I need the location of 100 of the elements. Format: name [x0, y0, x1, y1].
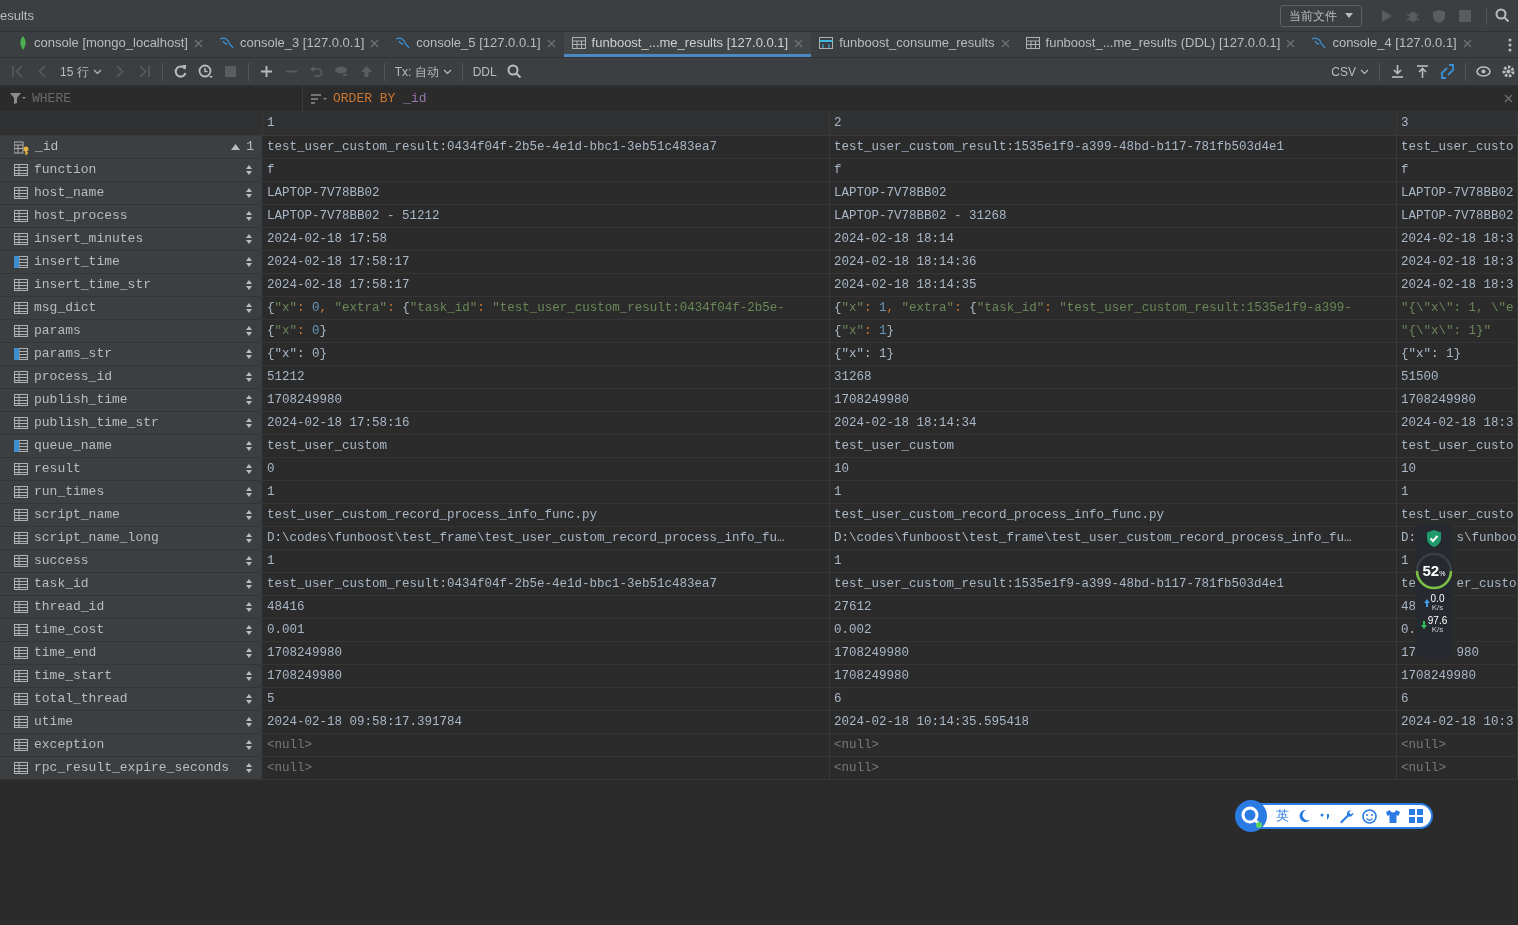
sort-icon[interactable] — [246, 303, 252, 313]
ddl-button[interactable]: DDL — [472, 62, 497, 81]
smiley-icon[interactable] — [1362, 808, 1377, 824]
row-header[interactable]: utime — [0, 711, 263, 733]
row-header[interactable]: rpc_result_expire_seconds — [0, 757, 263, 779]
editor-tab[interactable]: funboost_...me_results (DDL) [127.0.0.1] — [1017, 32, 1304, 57]
sort-icon[interactable] — [246, 165, 252, 175]
ime-mode-toggle[interactable]: 英 — [1276, 806, 1289, 826]
row-header[interactable]: result — [0, 458, 263, 480]
clock-icon[interactable] — [197, 64, 213, 79]
row-header[interactable]: params — [0, 320, 263, 342]
order-by-field[interactable]: ORDER BY _id — [303, 86, 1504, 111]
table-cell-text: f — [267, 161, 275, 179]
row-header[interactable]: publish_time_str — [0, 412, 263, 434]
row-header[interactable]: params_str — [0, 343, 263, 365]
settings-icon[interactable] — [1501, 64, 1516, 79]
sort-icon[interactable] — [246, 441, 252, 451]
transaction-mode-dropdown[interactable]: Tx: 自动 — [394, 62, 452, 81]
row-header-label: function — [34, 161, 98, 180]
close-icon[interactable] — [1504, 94, 1513, 103]
sort-order: 1 — [246, 138, 254, 157]
row-header[interactable]: script_name_long — [0, 527, 263, 549]
sort-icon[interactable] — [246, 694, 252, 704]
column-header[interactable]: 2 — [834, 114, 842, 133]
sort-icon[interactable] — [246, 418, 252, 428]
editor-tab[interactable]: funboost_...me_results [127.0.0.1] — [563, 32, 812, 57]
row-header[interactable]: run_times — [0, 481, 263, 503]
sort-icon[interactable] — [246, 349, 252, 359]
refresh-icon[interactable] — [172, 64, 188, 79]
row-header[interactable]: insert_time_str — [0, 274, 263, 296]
export-format-dropdown[interactable]: CSV — [1331, 62, 1369, 81]
row-header-label: process_id — [34, 368, 113, 387]
row-header[interactable]: insert_time — [0, 251, 263, 273]
shirt-icon[interactable] — [1385, 808, 1401, 824]
editor-tab[interactable]: console_5 [127.0.0.1] — [387, 32, 564, 57]
gauge-ring-icon — [1415, 552, 1453, 590]
row-header-label: host_name — [34, 184, 106, 203]
column-header[interactable]: 3 — [1401, 114, 1409, 133]
table-cell-text: 0. — [1401, 621, 1416, 639]
column-header[interactable]: 1 — [267, 114, 275, 133]
row-header[interactable]: thread_id — [0, 596, 263, 618]
page-size-dropdown[interactable]: 15 行 — [60, 62, 102, 81]
sort-icon[interactable] — [246, 533, 252, 543]
sort-icon[interactable] — [246, 326, 252, 336]
download-icon[interactable] — [1390, 64, 1405, 79]
search-icon[interactable] — [506, 64, 522, 79]
row-header[interactable]: function — [0, 159, 263, 181]
row-header[interactable]: host_name — [0, 182, 263, 204]
ime-toolbar[interactable]: 英 — [1260, 803, 1433, 829]
sort-icon[interactable] — [246, 464, 252, 474]
upload-icon[interactable] — [1415, 64, 1430, 79]
sort-icon[interactable] — [246, 740, 252, 750]
add-icon[interactable] — [258, 64, 274, 79]
sort-icon[interactable] — [246, 280, 252, 290]
row-header[interactable]: success — [0, 550, 263, 572]
sort-icon[interactable] — [246, 648, 252, 658]
row-header[interactable]: _id 1 — [0, 136, 263, 158]
row-header[interactable]: host_process — [0, 205, 263, 227]
sort-icon[interactable] — [246, 211, 252, 221]
sort-icon[interactable] — [246, 257, 252, 267]
apps-grid-icon[interactable] — [1409, 809, 1423, 823]
sort-icon[interactable] — [246, 487, 252, 497]
row-header[interactable]: time_start — [0, 665, 263, 687]
editor-tab[interactable]: funboost_consume_results — [811, 32, 1018, 57]
sort-icon[interactable] — [246, 717, 252, 727]
row-header[interactable]: queue_name — [0, 435, 263, 457]
sort-icon[interactable] — [246, 372, 252, 382]
run-config-dropdown[interactable]: 当前文件 — [1280, 4, 1362, 27]
sort-icon[interactable] — [246, 510, 252, 520]
row-header[interactable]: publish_time — [0, 389, 263, 411]
sort-icon[interactable] — [246, 625, 252, 635]
sort-icon[interactable] — [246, 556, 252, 566]
row-header[interactable]: total_thread — [0, 688, 263, 710]
eye-icon[interactable] — [1476, 64, 1491, 79]
moon-icon[interactable] — [1297, 809, 1311, 823]
sort-icon[interactable] — [246, 188, 252, 198]
row-header[interactable]: msg_dict — [0, 297, 263, 319]
row-header[interactable]: exception — [0, 734, 263, 756]
row-header[interactable]: time_cost — [0, 619, 263, 641]
wrench-icon[interactable] — [1339, 808, 1354, 824]
sort-icon[interactable] — [246, 671, 252, 681]
row-header[interactable]: task_id — [0, 573, 263, 595]
sort-ascending-icon[interactable] — [231, 143, 241, 151]
row-header[interactable]: script_name — [0, 504, 263, 526]
more-icon[interactable] — [1508, 37, 1512, 52]
sort-icon[interactable] — [246, 579, 252, 589]
row-header-label: result — [34, 460, 82, 479]
row-header[interactable]: time_end — [0, 642, 263, 664]
sort-icon[interactable] — [246, 602, 252, 612]
row-header[interactable]: process_id — [0, 366, 263, 388]
sort-icon[interactable] — [246, 395, 252, 405]
q-logo-icon[interactable] — [1234, 799, 1268, 833]
editor-tab[interactable]: console [mongo_localhost] — [10, 32, 211, 57]
editor-tab[interactable]: console_3 [127.0.0.1] — [210, 32, 388, 57]
row-header[interactable]: insert_minutes — [0, 228, 263, 250]
search-icon[interactable] — [1495, 8, 1510, 23]
editor-tab[interactable]: console_4 [127.0.0.1] — [1303, 32, 1480, 57]
sort-icon[interactable] — [246, 234, 252, 244]
compare-arrows-icon[interactable] — [1440, 64, 1455, 79]
sort-icon[interactable] — [246, 763, 252, 773]
